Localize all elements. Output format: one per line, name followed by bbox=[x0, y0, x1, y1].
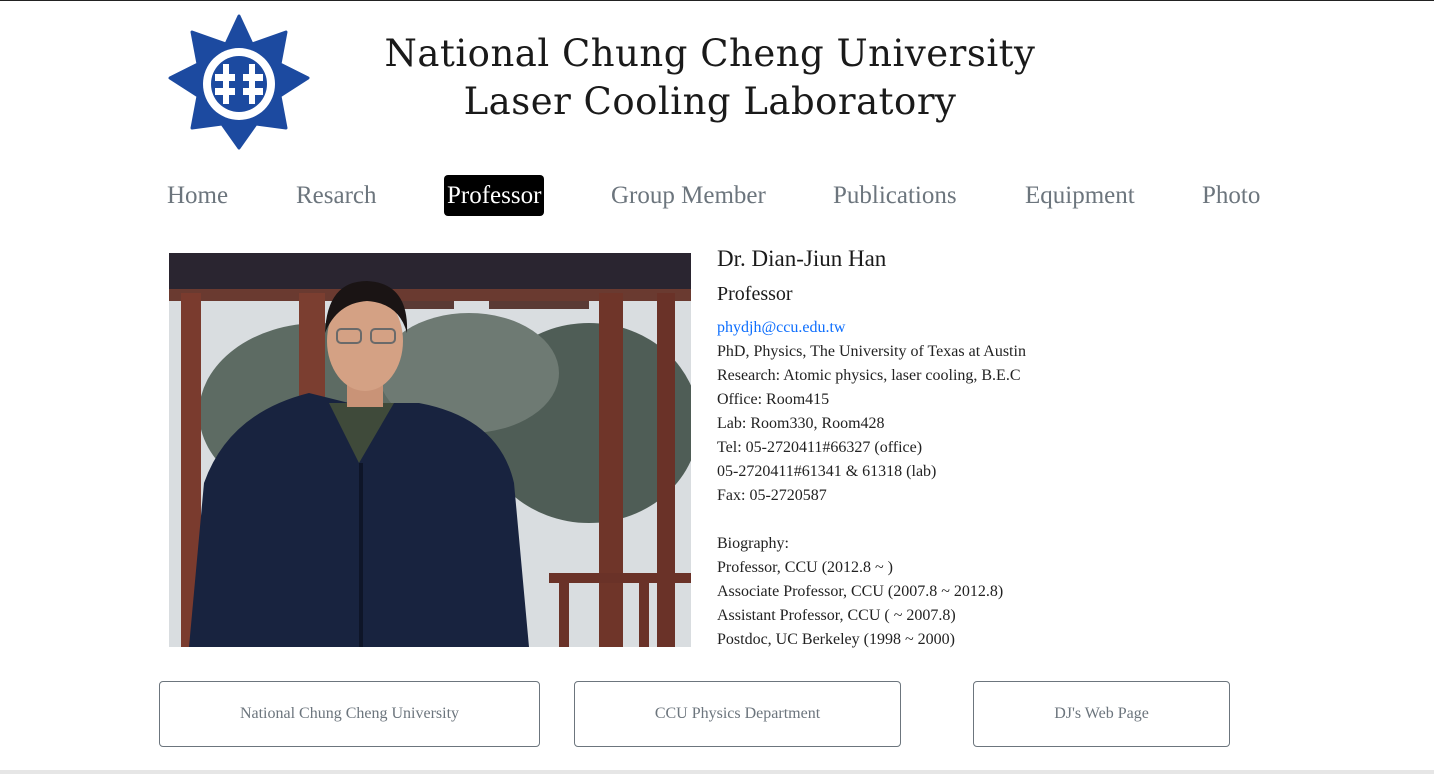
nav-photo[interactable]: Photo bbox=[1202, 175, 1260, 216]
detail-tel-office: Tel: 05-2720411#66327 (office) bbox=[717, 439, 923, 456]
detail-phd: PhD, Physics, The University of Texas at… bbox=[717, 343, 1026, 360]
top-border bbox=[0, 0, 1434, 1]
ccu-link-button[interactable]: National Chung Cheng University bbox=[159, 681, 540, 747]
nav-equipment[interactable]: Equipment bbox=[1025, 175, 1135, 216]
bottom-border bbox=[0, 770, 1434, 774]
bio-postdoc: Postdoc, UC Berkeley (1998 ~ 2000) bbox=[717, 631, 955, 648]
nav-group-member[interactable]: Group Member bbox=[611, 175, 766, 216]
nav-professor[interactable]: Professor bbox=[444, 175, 545, 216]
professor-info: Dr. Dian-Jiun Han Professor phydjh@ccu.e… bbox=[717, 244, 1277, 652]
bio-professor: Professor, CCU (2012.8 ~ ) bbox=[717, 559, 894, 576]
bio-assistant-professor: Assistant Professor, CCU ( ~ 2007.8) bbox=[717, 607, 956, 624]
bio-associate-professor: Associate Professor, CCU (2007.8 ~ 2012.… bbox=[717, 583, 1004, 600]
email-link[interactable]: phydjh@ccu.edu.tw bbox=[717, 319, 845, 336]
university-logo bbox=[168, 14, 310, 150]
nav-home[interactable]: Home bbox=[167, 175, 228, 216]
site-title-line-2: Laser Cooling Laboratory bbox=[463, 80, 957, 123]
site-title: National Chung Cheng University Laser Co… bbox=[360, 30, 1060, 126]
detail-fax: Fax: 05-2720587 bbox=[717, 487, 827, 504]
nav-research[interactable]: Resarch bbox=[296, 175, 377, 216]
professor-title: Professor bbox=[717, 283, 793, 305]
detail-office: Office: Room415 bbox=[717, 391, 830, 408]
main-nav: Home Resarch Professor Group Member Publ… bbox=[0, 175, 1434, 217]
dj-web-page-link-button[interactable]: DJ's Web Page bbox=[973, 681, 1230, 747]
site-title-line-1: National Chung Cheng University bbox=[384, 32, 1036, 75]
professor-photo bbox=[169, 253, 691, 647]
biography-heading: Biography: bbox=[717, 535, 789, 552]
professor-name: Dr. Dian-Jiun Han bbox=[717, 246, 887, 271]
nav-publications[interactable]: Publications bbox=[833, 175, 957, 216]
detail-lab: Lab: Room330, Room428 bbox=[717, 415, 885, 432]
detail-research: Research: Atomic physics, laser cooling,… bbox=[717, 367, 1021, 384]
physics-dept-link-button[interactable]: CCU Physics Department bbox=[574, 681, 901, 747]
detail-tel-lab: 05-2720411#61341 & 61318 (lab) bbox=[717, 463, 937, 480]
